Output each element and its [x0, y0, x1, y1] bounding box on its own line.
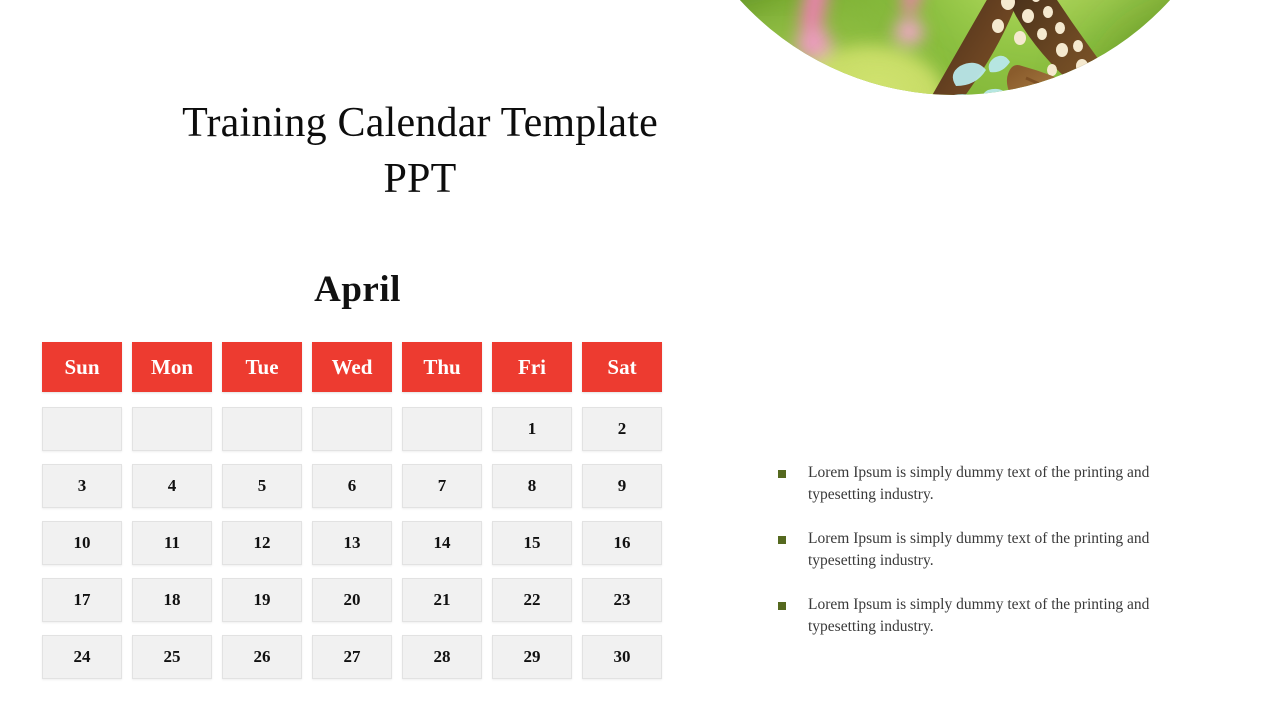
calendar-day-cell[interactable]: 15: [492, 521, 572, 565]
calendar-week-row: 12: [42, 407, 663, 451]
calendar-day-cell[interactable]: 12: [222, 521, 302, 565]
calendar-day-cell-empty: [42, 407, 122, 451]
calendar-day-cell[interactable]: 4: [132, 464, 212, 508]
calendar-day-cell[interactable]: 10: [42, 521, 122, 565]
day-of-week-header-fri: Fri: [492, 342, 572, 392]
pentas-flower-cluster: [792, 84, 1114, 264]
day-of-week-header-mon: Mon: [132, 342, 212, 392]
calendar-day-cell[interactable]: 29: [492, 635, 572, 679]
day-of-week-header-sat: Sat: [582, 342, 662, 392]
calendar-day-cell[interactable]: 14: [402, 521, 482, 565]
calendar-day-cell[interactable]: 16: [582, 521, 662, 565]
calendar-day-cell[interactable]: 8: [492, 464, 572, 508]
list-item-text: Lorem Ipsum is simply dummy text of the …: [808, 464, 1150, 503]
day-of-week-header-sun: Sun: [42, 342, 122, 392]
calendar-day-cell[interactable]: 20: [312, 578, 392, 622]
calendar-day-cell[interactable]: 23: [582, 578, 662, 622]
calendar-header-row: Sun Mon Tue Wed Thu Fri Sat: [42, 342, 663, 392]
list-item-text: Lorem Ipsum is simply dummy text of the …: [808, 596, 1150, 635]
list-item: Lorem Ipsum is simply dummy text of the …: [778, 528, 1168, 572]
calendar-day-cell[interactable]: 25: [132, 635, 212, 679]
day-of-week-header-thu: Thu: [402, 342, 482, 392]
list-item: Lorem Ipsum is simply dummy text of the …: [778, 594, 1168, 638]
calendar-day-cell-empty: [312, 407, 392, 451]
square-bullet-icon: [778, 536, 786, 544]
calendar-day-cell[interactable]: 17: [42, 578, 122, 622]
list-item: Lorem Ipsum is simply dummy text of the …: [778, 462, 1168, 506]
calendar-day-cell[interactable]: 24: [42, 635, 122, 679]
calendar-day-cell[interactable]: 5: [222, 464, 302, 508]
calendar-week-row: 24 25 26 27 28 29 30: [42, 635, 663, 679]
square-bullet-icon: [778, 602, 786, 610]
calendar-day-cell[interactable]: 18: [132, 578, 212, 622]
day-of-week-header-wed: Wed: [312, 342, 392, 392]
calendar-day-cell[interactable]: 6: [312, 464, 392, 508]
calendar-day-cell[interactable]: 30: [582, 635, 662, 679]
hero-image: [664, 0, 1230, 393]
calendar-day-cell[interactable]: 9: [582, 464, 662, 508]
calendar-day-cell[interactable]: 22: [492, 578, 572, 622]
calendar-week-row: 17 18 19 20 21 22 23: [42, 578, 663, 622]
calendar-day-cell[interactable]: 19: [222, 578, 302, 622]
calendar-week-row: 3456789: [42, 464, 663, 508]
image-notch-cutout: [664, 244, 905, 404]
calendar-day-cell[interactable]: 28: [402, 635, 482, 679]
calendar-day-cell[interactable]: 2: [582, 407, 662, 451]
square-bullet-icon: [778, 470, 786, 478]
calendar-day-cell-empty: [402, 407, 482, 451]
calendar-day-cell[interactable]: 13: [312, 521, 392, 565]
calendar-day-cell[interactable]: 11: [132, 521, 212, 565]
calendar-day-cell[interactable]: 7: [402, 464, 482, 508]
day-of-week-header-tue: Tue: [222, 342, 302, 392]
calendar-day-cell[interactable]: 27: [312, 635, 392, 679]
calendar-day-cell[interactable]: 21: [402, 578, 482, 622]
slide-canvas: Training Calendar Template PPT April Sun…: [0, 0, 1280, 720]
calendar-week-row: 10 11 12 13 14 15 16: [42, 521, 663, 565]
page-title: Training Calendar Template PPT: [182, 100, 658, 202]
bullet-list: Lorem Ipsum is simply dummy text of the …: [778, 462, 1168, 660]
list-item-text: Lorem Ipsum is simply dummy text of the …: [808, 530, 1150, 569]
month-label: April: [314, 269, 401, 310]
calendar-day-cell[interactable]: 1: [492, 407, 572, 451]
calendar-day-cell[interactable]: 26: [222, 635, 302, 679]
calendar-grid: Sun Mon Tue Wed Thu Fri Sat 1 2 3 4 5 6 7 8 9 10 11 12 13 1…: [42, 342, 663, 692]
calendar-day-cell[interactable]: 3: [42, 464, 122, 508]
calendar-day-cell-empty: [222, 407, 302, 451]
calendar-day-cell-empty: [132, 407, 212, 451]
